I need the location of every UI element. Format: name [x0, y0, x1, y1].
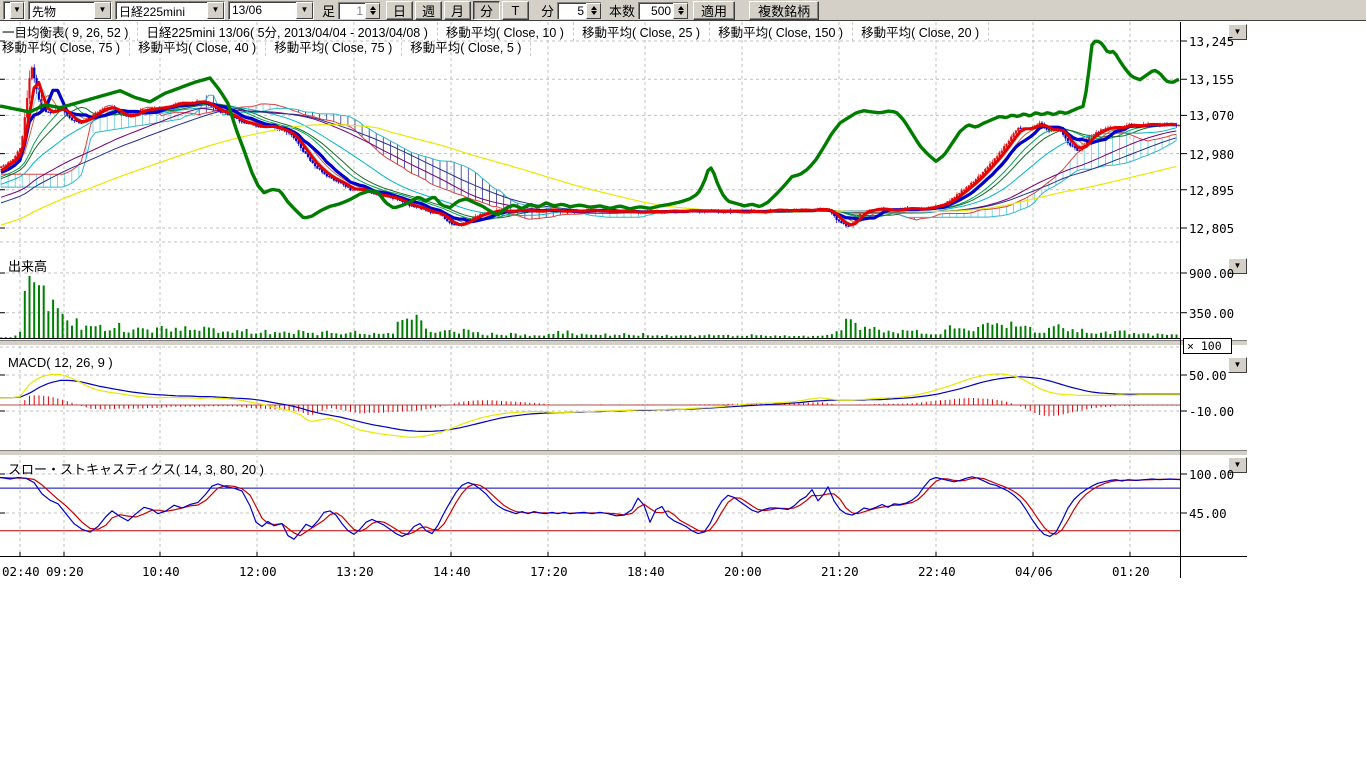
multi-symbol-button[interactable]: 複数銘柄	[749, 1, 819, 20]
bar-type-label: 足	[322, 1, 335, 20]
toolbar: ▼ 先物 ▼ 日経225mini ▼ 13/06 ▼ 足 1 日週月分T 分 5…	[0, 0, 1366, 21]
period-button-日[interactable]: 日	[386, 1, 413, 20]
category-combobox[interactable]: 先物 ▼	[28, 1, 112, 20]
bar-count-stepper[interactable]: 500	[638, 2, 688, 19]
bar-count-stepper-value: 500	[639, 3, 673, 19]
bar-type-stepper[interactable]: 1	[338, 2, 380, 19]
chart-application-window: ▼ 先物 ▼ 日経225mini ▼ 13/06 ▼ 足 1 日週月分T 分 5…	[0, 0, 1366, 768]
chevron-down-icon[interactable]: ▼	[10, 2, 24, 19]
period-button-T[interactable]: T	[502, 1, 529, 20]
period-button-週[interactable]: 週	[415, 1, 442, 20]
volume-multiplier-badge: × 100	[1183, 338, 1232, 354]
bar-type-stepper-value: 1	[339, 3, 365, 19]
spinner-arrows-icon[interactable]	[586, 3, 601, 19]
toolbar-mini-combobox[interactable]: ▼	[3, 1, 25, 20]
category-combobox-value: 先物	[29, 2, 94, 19]
minutes-stepper-value: 5	[558, 3, 586, 19]
contract-month-combobox-value: 13/06	[229, 2, 296, 19]
macd-pane-settings-dropdown[interactable]: ▼	[1228, 357, 1247, 373]
spinner-arrows-icon[interactable]	[365, 3, 380, 19]
chart-area: 一目均衡表( 9, 26, 52 )日経225mini 13/06( 5分, 2…	[0, 21, 1366, 621]
price-pane-settings-dropdown[interactable]: ▼	[1228, 24, 1247, 40]
chevron-down-icon[interactable]: ▼	[207, 2, 224, 19]
minutes-stepper[interactable]: 5	[557, 2, 601, 19]
symbol-combobox[interactable]: 日経225mini ▼	[115, 1, 225, 20]
contract-month-combobox[interactable]: 13/06 ▼	[228, 1, 314, 20]
stoch-pane-settings-dropdown[interactable]: ▼	[1228, 457, 1247, 473]
chevron-down-icon[interactable]: ▼	[94, 2, 111, 19]
period-button-group: 日週月分T	[384, 1, 529, 20]
chevron-down-icon[interactable]: ▼	[296, 2, 313, 19]
chart-canvas	[0, 21, 1366, 621]
bar-count-label: 本数	[609, 1, 635, 20]
period-button-月[interactable]: 月	[444, 1, 471, 20]
spinner-arrows-icon[interactable]	[673, 3, 688, 19]
volume-pane-settings-dropdown[interactable]: ▼	[1228, 258, 1247, 274]
apply-button[interactable]: 適用	[693, 1, 735, 20]
minutes-label: 分	[541, 1, 554, 20]
symbol-combobox-value: 日経225mini	[116, 2, 207, 19]
period-button-分[interactable]: 分	[473, 1, 500, 20]
